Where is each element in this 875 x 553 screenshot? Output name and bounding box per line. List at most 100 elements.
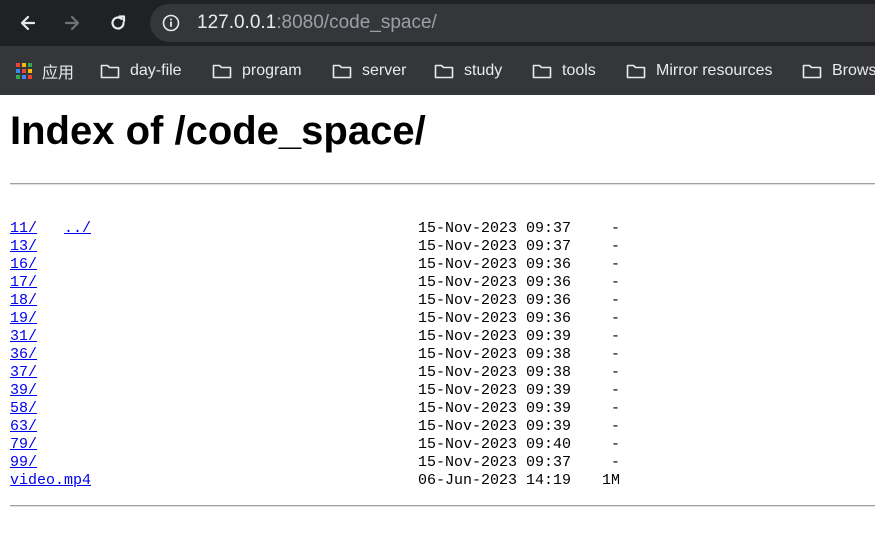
list-item: 36/15-Nov-2023 09:38 -	[10, 346, 620, 364]
list-item: 63/15-Nov-2023 09:39 -	[10, 418, 620, 436]
url-host: 127.0.0.1	[197, 12, 277, 33]
entry-date: 15-Nov-2023 09:38	[418, 346, 572, 363]
entry-size: -	[610, 292, 620, 309]
folder-icon	[212, 64, 232, 78]
list-item: 16/15-Nov-2023 09:36 -	[10, 256, 620, 274]
entry-link[interactable]: 19/	[10, 310, 37, 327]
list-item: ../	[10, 202, 91, 237]
bookmark-label: day-file	[130, 61, 182, 79]
bookmark-label: 应用	[42, 64, 75, 82]
entry-size: -	[610, 382, 620, 399]
list-item: 19/15-Nov-2023 09:36 -	[10, 310, 620, 328]
entry-size: -	[610, 364, 620, 381]
entry-link[interactable]: 37/	[10, 364, 37, 381]
back-button[interactable]	[12, 7, 44, 39]
reload-button[interactable]	[102, 7, 134, 39]
entry-link[interactable]: 17/	[10, 274, 37, 291]
bookmark-label: server	[362, 61, 407, 79]
list-item: 13/15-Nov-2023 09:37 -	[10, 238, 620, 256]
list-item: 79/15-Nov-2023 09:40 -	[10, 436, 620, 454]
entry-date: 15-Nov-2023 09:39	[418, 418, 572, 435]
entry-link[interactable]: 58/	[10, 400, 37, 417]
info-icon[interactable]	[162, 14, 180, 32]
list-item: 99/15-Nov-2023 09:37 -	[10, 454, 620, 472]
entry-date: 15-Nov-2023 09:38	[418, 364, 572, 381]
entry-link[interactable]: 13/	[10, 238, 37, 255]
entry-link[interactable]: 18/	[10, 292, 37, 309]
entry-size: -	[610, 310, 620, 327]
browser-toolbar: 127.0.0.1:8080/code_space/	[0, 0, 875, 46]
entry-date: 15-Nov-2023 09:36	[418, 292, 572, 309]
entry-date: 15-Nov-2023 09:39	[418, 382, 572, 399]
bookmark-apps[interactable]: 应用	[16, 46, 74, 95]
folder-icon	[434, 64, 454, 78]
folder-icon	[332, 64, 352, 78]
entry-date: 15-Nov-2023 09:36	[418, 256, 572, 273]
bookmark-mirror-resources[interactable]: Mirror resources	[626, 46, 772, 95]
bookmark-browser[interactable]: Brows	[802, 46, 875, 95]
entry-date: 15-Nov-2023 09:36	[418, 274, 572, 291]
entry-size: -	[610, 454, 620, 471]
folder-icon	[626, 64, 646, 78]
entry-link[interactable]: video.mp4	[10, 472, 91, 489]
apps-grid-icon	[16, 62, 32, 79]
entry-size: -	[610, 220, 620, 237]
entry-date: 15-Nov-2023 09:39	[418, 328, 572, 345]
list-item: 17/15-Nov-2023 09:36 -	[10, 274, 620, 292]
url-text[interactable]: 127.0.0.1:8080/code_space/	[197, 4, 437, 42]
entry-size: -	[610, 400, 620, 417]
bookmark-day-file[interactable]: day-file	[100, 46, 182, 95]
entry-date: 15-Nov-2023 09:40	[418, 436, 572, 453]
arrow-left-icon	[20, 15, 36, 31]
entry-size: -	[610, 328, 620, 345]
bookmark-study[interactable]: study	[434, 46, 502, 95]
folder-icon	[802, 64, 822, 78]
entry-date: 15-Nov-2023 09:39	[418, 400, 572, 417]
entry-date: 15-Nov-2023 09:37	[418, 454, 572, 471]
bookmark-program[interactable]: program	[212, 46, 302, 95]
entry-size: -	[610, 346, 620, 363]
list-item: video.mp4 06-Jun-2023 14:19 1M	[10, 472, 620, 490]
page-content: Index of /code_space/ ../ 11/15-Nov-2023…	[0, 95, 875, 553]
entry-link[interactable]: 16/	[10, 256, 37, 273]
entry-link[interactable]: 39/	[10, 382, 37, 399]
list-item: 37/15-Nov-2023 09:38 -	[10, 364, 620, 382]
entry-link[interactable]: 99/	[10, 454, 37, 471]
entry-size: -	[610, 418, 620, 435]
entry-size: -	[610, 238, 620, 255]
entry-date: 06-Jun-2023 14:19	[418, 472, 572, 489]
bookmark-label: Mirror resources	[656, 61, 773, 79]
entry-size: -	[610, 274, 620, 291]
entry-link[interactable]: 79/	[10, 436, 37, 453]
entry-size: 1M	[601, 472, 620, 489]
arrow-right-icon	[64, 15, 80, 31]
list-item: 18/15-Nov-2023 09:36 -	[10, 292, 620, 310]
top-divider	[10, 183, 875, 185]
address-bar[interactable]: 127.0.0.1:8080/code_space/	[150, 4, 875, 42]
entry-date: 15-Nov-2023 09:36	[418, 310, 572, 327]
bookmark-server[interactable]: server	[332, 46, 406, 95]
entry-link[interactable]: 63/	[10, 418, 37, 435]
page-title: Index of /code_space/	[10, 109, 426, 153]
entry-size: -	[610, 256, 620, 273]
bookmark-label: study	[464, 61, 503, 79]
entry-size: -	[610, 436, 620, 453]
forward-button[interactable]	[56, 7, 88, 39]
folder-icon	[100, 64, 120, 78]
bookmarks-bar: 应用 day-file program server study tools M…	[0, 46, 875, 95]
entry-date: 15-Nov-2023 09:37	[418, 238, 572, 255]
entry-link[interactable]: 31/	[10, 328, 37, 345]
bookmark-label: Brows	[832, 61, 875, 79]
list-item: 39/15-Nov-2023 09:39 -	[10, 382, 620, 400]
bottom-divider	[10, 505, 875, 507]
folder-icon	[532, 64, 552, 78]
entry-link[interactable]: 36/	[10, 346, 37, 363]
bookmark-tools[interactable]: tools	[532, 46, 596, 95]
list-item: 31/15-Nov-2023 09:39 -	[10, 328, 620, 346]
bookmark-label: tools	[562, 61, 596, 79]
entry-link[interactable]: 11/	[10, 220, 37, 237]
bookmark-label: program	[242, 61, 302, 79]
reload-icon	[111, 15, 126, 30]
url-path: :8080/code_space/	[276, 12, 437, 33]
list-item: 58/15-Nov-2023 09:39 -	[10, 400, 620, 418]
